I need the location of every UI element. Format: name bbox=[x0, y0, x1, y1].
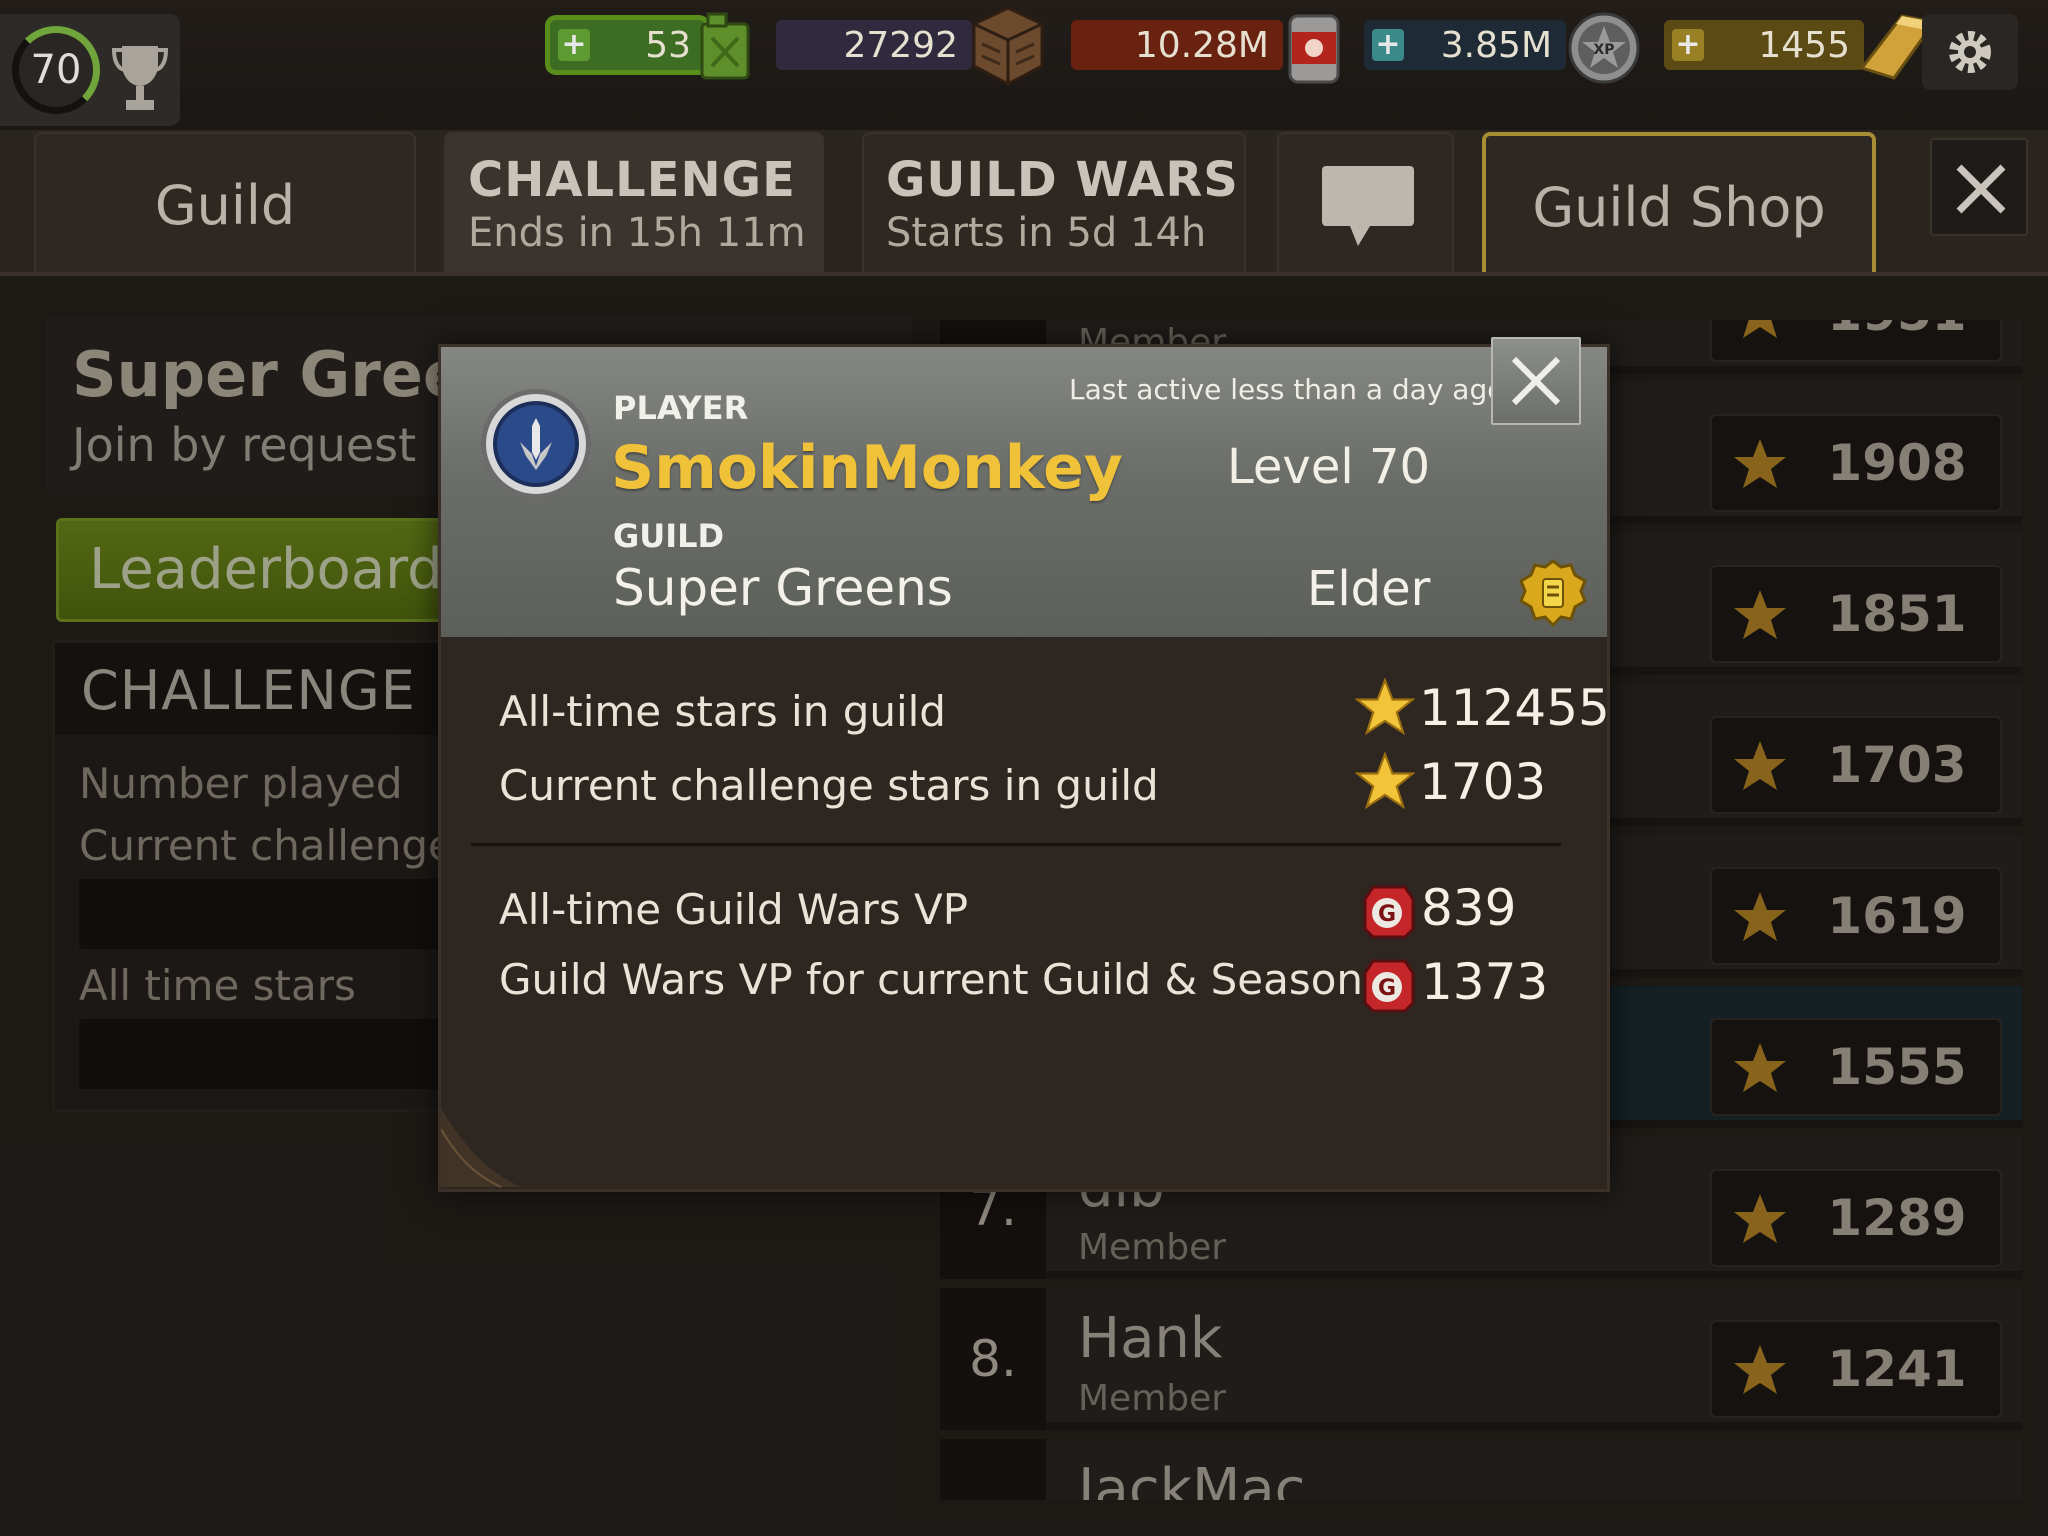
xp-counter[interactable]: + 3.85M bbox=[1364, 20, 1566, 70]
fuel-can-icon bbox=[700, 12, 750, 80]
season-vp-value: 1373 bbox=[1421, 953, 1549, 1011]
tab-guild-shop-label: Guild Shop bbox=[1532, 176, 1826, 239]
supplies-value: 27292 bbox=[843, 24, 958, 66]
player-guild-role: Elder bbox=[1307, 561, 1431, 617]
food-can-icon bbox=[1288, 14, 1340, 84]
supplies-counter[interactable]: 27292 bbox=[776, 20, 972, 70]
food-value: 10.28M bbox=[1134, 24, 1269, 66]
close-icon bbox=[1956, 164, 2006, 214]
fuel-counter[interactable]: + 53 bbox=[550, 20, 705, 70]
current-challenge-stars-label: Current challenge stars in guild bbox=[499, 761, 1159, 810]
season-vp-label: Guild Wars VP for current Guild & Season bbox=[499, 955, 1364, 1004]
tab-guild-wars-timer: Starts in 5d 14h bbox=[886, 210, 1207, 256]
tab-chat[interactable] bbox=[1277, 132, 1454, 272]
current-challenge-stars-value: 1703 bbox=[1419, 753, 1547, 811]
gold-counter[interactable]: + 1455 bbox=[1664, 20, 1864, 70]
vp-badge-icon: G bbox=[1363, 885, 1415, 939]
add-fuel-button[interactable]: + bbox=[558, 29, 590, 61]
all-time-vp-value: 839 bbox=[1421, 879, 1517, 937]
trophy-icon bbox=[111, 46, 169, 110]
stats-divider bbox=[471, 843, 1561, 846]
guild-emblem-icon bbox=[481, 389, 591, 499]
tab-challenge[interactable]: CHALLENGE Ends in 15h 11m bbox=[444, 132, 824, 272]
star-icon bbox=[1355, 677, 1415, 736]
all-time-stars-label: All-time stars in guild bbox=[499, 687, 946, 736]
tab-guild-shop[interactable]: Guild Shop bbox=[1482, 132, 1876, 272]
player-name: SmokinMonkey bbox=[611, 433, 1123, 503]
food-counter[interactable]: 10.28M bbox=[1071, 20, 1283, 70]
close-modal-button[interactable] bbox=[1491, 337, 1581, 425]
guild-section-label: GUILD bbox=[613, 517, 725, 555]
supply-crate-icon bbox=[972, 6, 1044, 86]
all-time-vp-label: All-time Guild Wars VP bbox=[499, 885, 969, 934]
svg-text:XP: XP bbox=[1593, 42, 1614, 58]
chat-icon bbox=[1322, 166, 1414, 246]
tab-guild-wars-title: GUILD WARS bbox=[886, 152, 1239, 208]
player-level: 70 bbox=[12, 26, 100, 114]
tab-challenge-timer: Ends in 15h 11m bbox=[468, 210, 806, 256]
xp-badge-icon: XP bbox=[1568, 12, 1640, 84]
close-icon bbox=[1511, 356, 1561, 406]
gear-icon bbox=[1949, 31, 1991, 73]
last-active-status: Last active less than a day ago bbox=[1069, 373, 1505, 406]
player-section-label: PLAYER bbox=[613, 389, 749, 427]
add-gold-button[interactable]: + bbox=[1672, 29, 1704, 61]
fuel-value: 53 bbox=[645, 24, 691, 66]
top-hud: 70 + 53 27292 10.28M + 3.85M XP + 1455 bbox=[0, 0, 2048, 130]
player-guild-name: Super Greens bbox=[613, 559, 953, 617]
player-profile-header: PLAYER SmokinMonkey Level 70 Last active… bbox=[441, 337, 1607, 637]
close-guild-button[interactable] bbox=[1930, 138, 2028, 236]
xp-value: 3.85M bbox=[1440, 24, 1552, 66]
player-profile-modal: PLAYER SmokinMonkey Level 70 Last active… bbox=[438, 337, 1610, 1192]
tab-guild-label: Guild bbox=[154, 174, 296, 237]
gold-value: 1455 bbox=[1758, 24, 1850, 66]
vp-badge-icon: G bbox=[1363, 959, 1415, 1013]
add-xp-button[interactable]: + bbox=[1372, 29, 1404, 61]
star-icon bbox=[1355, 751, 1415, 810]
tab-guild[interactable]: Guild bbox=[34, 132, 416, 272]
corner-decoration bbox=[441, 1109, 521, 1188]
svg-text:G: G bbox=[1378, 976, 1396, 1001]
svg-text:G: G bbox=[1378, 902, 1396, 927]
tab-guild-wars[interactable]: GUILD WARS Starts in 5d 14h bbox=[862, 132, 1246, 272]
settings-button[interactable] bbox=[1922, 14, 2018, 90]
player-level-text: Level 70 bbox=[1227, 439, 1431, 495]
all-time-stars-value: 112455 bbox=[1419, 679, 1610, 737]
tab-challenge-title: CHALLENGE bbox=[468, 152, 796, 208]
elder-rank-icon bbox=[1519, 559, 1587, 627]
player-level-badge[interactable]: 70 bbox=[0, 14, 180, 126]
